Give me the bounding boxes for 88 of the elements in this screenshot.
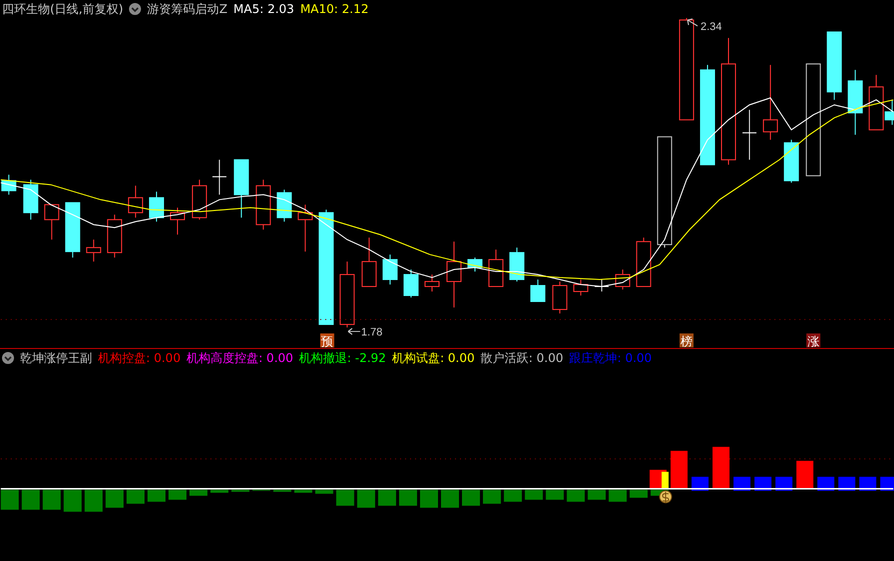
histogram-bar	[608, 490, 627, 502]
signal-badge: 榜	[680, 333, 694, 348]
indicator-name: 乾坤涨停王副	[20, 350, 92, 365]
candlestick	[107, 214, 122, 258]
candlestick	[552, 281, 568, 314]
histogram-bar	[106, 490, 124, 508]
histogram-bar	[84, 490, 103, 512]
stock-title: 四环生物(日线,前复权)	[2, 2, 124, 16]
signal-badge: 预	[320, 333, 334, 348]
candlestick	[65, 202, 80, 258]
candlestick	[615, 269, 630, 290]
candlestick	[636, 237, 652, 287]
low-price-label: 1.78	[361, 326, 383, 338]
candlestick	[446, 241, 462, 308]
histogram-bar	[566, 490, 585, 502]
candlestick	[509, 247, 524, 282]
candlestick	[86, 239, 102, 262]
indicator-value: 跟庄乾坤: 0.00	[569, 350, 652, 365]
candlestick	[742, 109, 757, 160]
signal-badge: 涨	[806, 333, 820, 348]
candlestick	[192, 179, 207, 220]
dropdown-icon[interactable]	[2, 352, 14, 364]
candlestick	[44, 204, 60, 240]
candlestick	[488, 249, 504, 287]
money-bag-icon	[659, 490, 672, 504]
histogram-bar	[670, 451, 688, 490]
dropdown-icon[interactable]	[129, 2, 142, 15]
histogram-bar	[294, 490, 312, 494]
arrow-icon	[348, 328, 361, 335]
candlestick	[128, 185, 144, 218]
candlestick	[276, 189, 292, 222]
histogram-bar	[630, 490, 648, 498]
histogram-bar	[378, 490, 396, 506]
candlestick	[212, 159, 227, 196]
high-price-label: 2.34	[700, 20, 722, 33]
ma-value: MA10: 2.12	[300, 2, 369, 16]
ma-value: MA5: 2.03	[233, 2, 294, 16]
histogram-bar	[524, 490, 543, 500]
candlestick	[298, 204, 313, 252]
candlestick	[467, 257, 482, 272]
candlestick	[382, 254, 398, 285]
histogram-bar	[42, 490, 61, 510]
histogram-bar	[231, 490, 250, 492]
candlestick	[23, 179, 38, 220]
histogram-bar	[336, 490, 354, 506]
histogram-bar	[22, 490, 40, 510]
arrow-icon	[687, 18, 698, 26]
histogram-bar	[712, 447, 730, 490]
histogram-bar	[588, 490, 606, 500]
histogram-bar	[126, 490, 145, 504]
candlestick	[1, 174, 16, 196]
histogram-bar	[420, 490, 438, 508]
indicator-value: 机构试盘: 0.00	[392, 350, 475, 365]
candlestick	[149, 191, 164, 222]
candlestick	[530, 279, 546, 302]
histogram-bar	[273, 490, 292, 492]
candlestick	[826, 31, 842, 100]
histogram-bar	[462, 490, 480, 506]
histogram-bar	[441, 490, 459, 508]
indicator-value: 机构高度控盘: 0.00	[186, 350, 294, 365]
indicator-value: 机构控盘: 0.00	[98, 350, 181, 365]
histogram-bar	[0, 490, 19, 510]
histogram-bar	[504, 490, 522, 502]
histogram-bar	[482, 490, 501, 504]
histogram-bar	[64, 490, 82, 512]
histogram-bar	[168, 490, 186, 500]
candlestick	[234, 159, 249, 218]
histogram-bar	[796, 461, 814, 490]
indicator-title: 游资筹码启动Z	[147, 2, 228, 16]
candlestick	[256, 179, 271, 230]
indicator-value: 机构撤退: -2.92	[299, 350, 386, 365]
candlestick	[170, 207, 185, 236]
histogram-bar	[210, 490, 228, 494]
candlestick	[404, 269, 419, 298]
histogram-bar	[546, 490, 564, 500]
indicator-value: 散户活跃: 0.00	[480, 350, 564, 365]
candlestick	[848, 69, 863, 136]
candlestick	[424, 274, 440, 292]
candlestick	[594, 279, 610, 292]
candlestick	[362, 237, 377, 287]
candlestick	[573, 279, 588, 296]
histogram-bar	[189, 490, 208, 496]
histogram-bar	[148, 490, 166, 502]
histogram-bar	[399, 490, 418, 506]
histogram-bar	[357, 490, 376, 508]
candlestick	[340, 261, 355, 328]
histogram-bar	[315, 490, 334, 494]
candlestick	[784, 139, 799, 184]
